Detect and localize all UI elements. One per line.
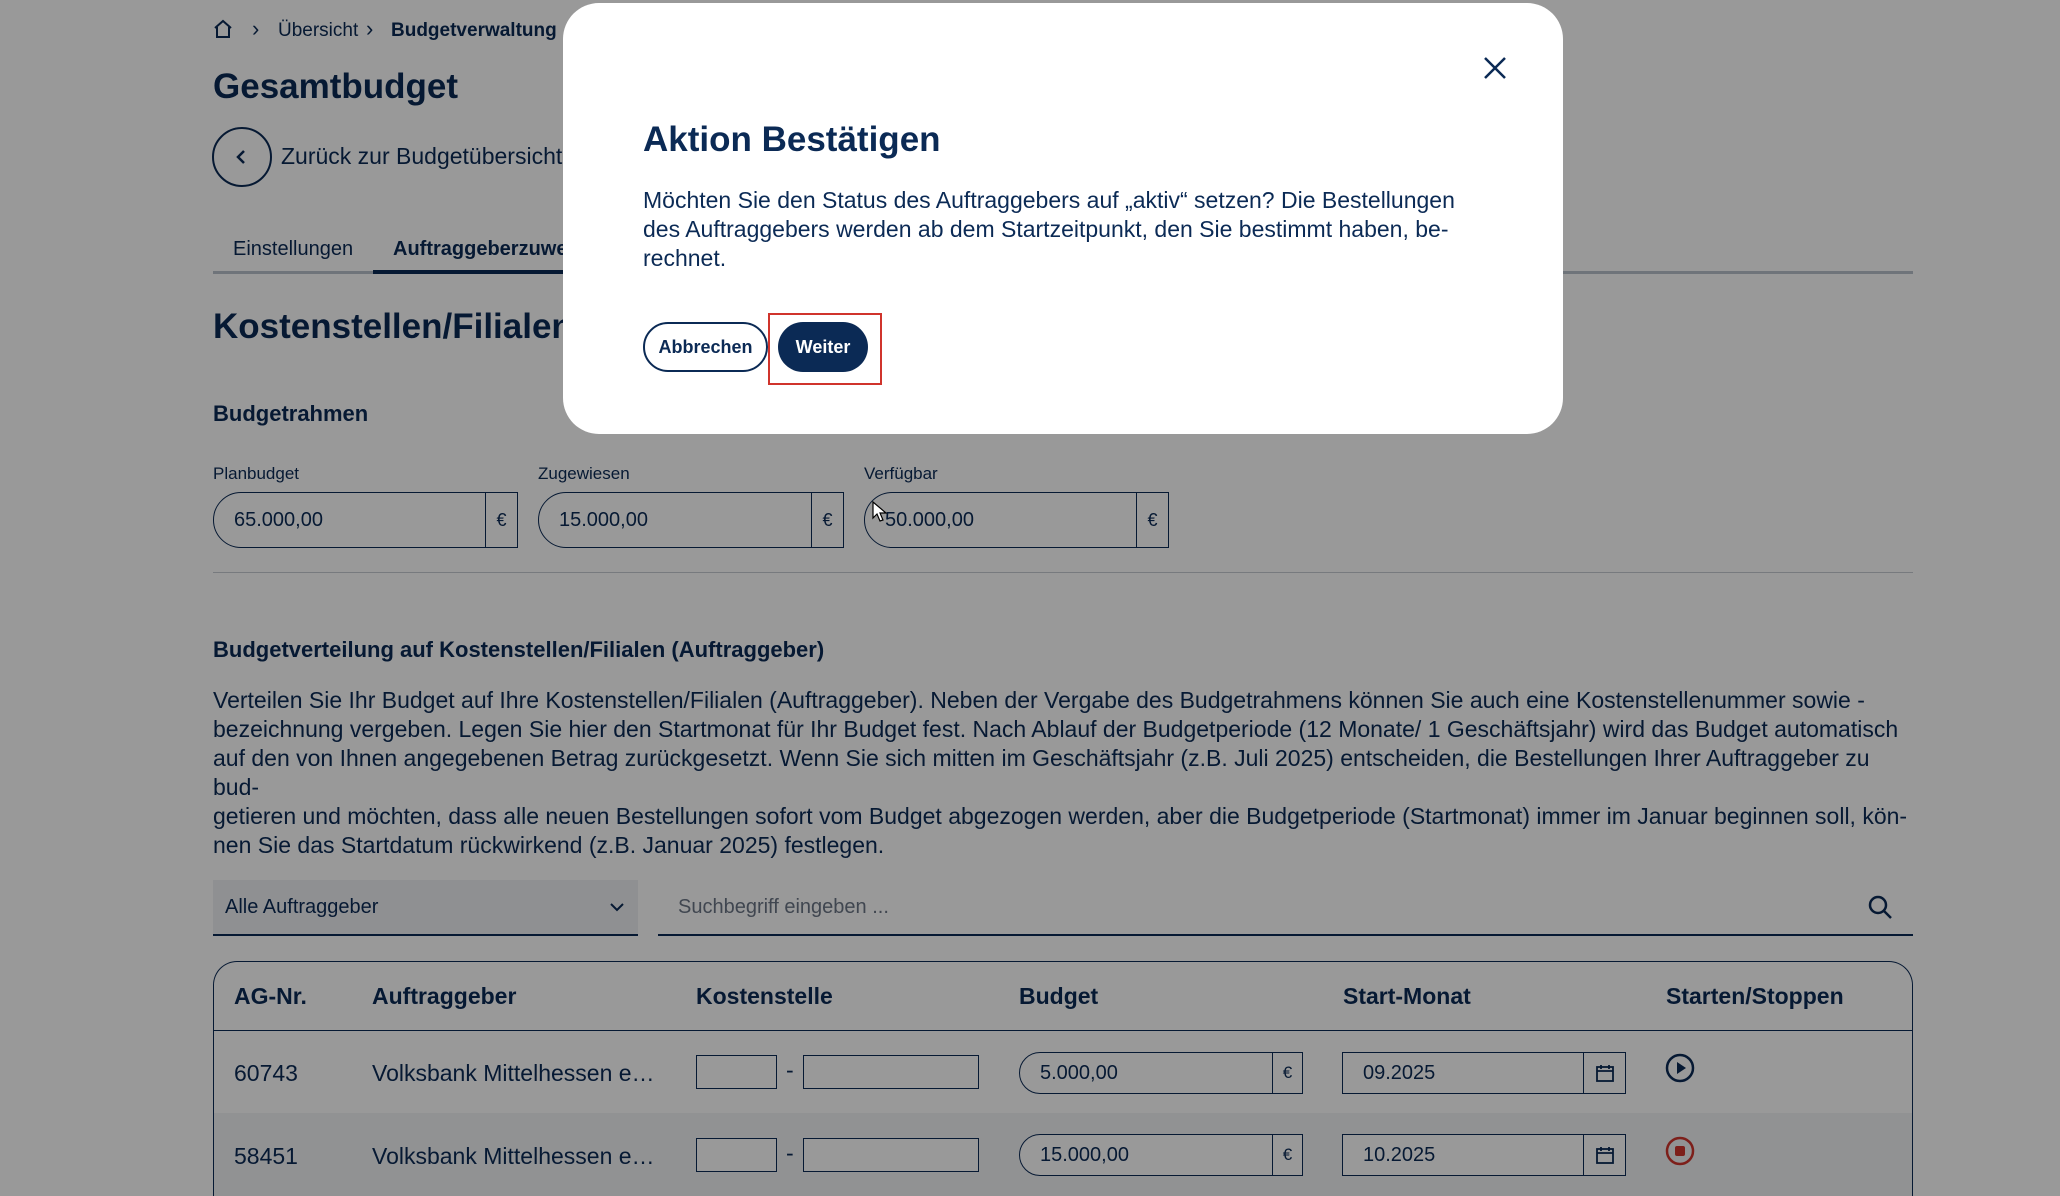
weiter-button[interactable]: Weiter: [778, 322, 868, 372]
mouse-cursor-icon: [872, 500, 888, 523]
cancel-button[interactable]: Abbrechen: [643, 322, 768, 372]
dialog-message: Möchten Sie den Status des Auftraggebers…: [643, 186, 1503, 273]
dialog-message-line: des Auftraggebers werden ab dem Startzei…: [643, 216, 1449, 242]
confirm-dialog: Aktion Bestätigen Möchten Sie den Status…: [563, 3, 1563, 434]
dialog-message-line: rechnet.: [643, 245, 727, 271]
dialog-message-line: Möchten Sie den Status des Auftraggebers…: [643, 187, 1455, 213]
dialog-title: Aktion Bestätigen: [643, 120, 941, 159]
close-icon[interactable]: [1480, 53, 1510, 83]
